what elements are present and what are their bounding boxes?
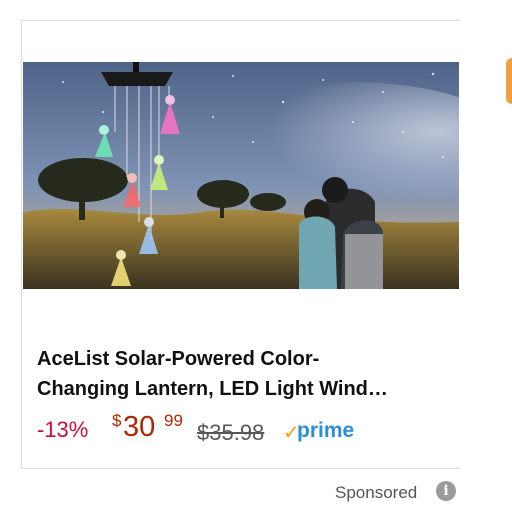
product-title-line-1: AceList Solar-Powered Color- xyxy=(37,348,320,370)
product-image[interactable] xyxy=(23,62,459,289)
discount-badge: -13% xyxy=(37,417,89,442)
price-whole: 30 xyxy=(123,411,156,443)
angel-wind-chime-photo xyxy=(23,62,459,289)
info-icon[interactable]: i xyxy=(436,481,456,501)
product-title-line-2: Changing Lantern, LED Light Wind… xyxy=(37,378,388,400)
product-title-link[interactable]: AceList Solar-Powered Color- Changing La… xyxy=(37,344,452,404)
price-symbol: $ xyxy=(112,411,122,430)
price-row: -13% $ 30 99 $35.98 ✓ prime xyxy=(37,409,457,449)
price-fraction: 99 xyxy=(164,411,183,430)
list-price: $35.98 xyxy=(197,420,265,445)
next-card-edge xyxy=(506,58,512,104)
sponsored-text: Sponsored xyxy=(335,483,418,502)
prime-label: prime xyxy=(297,419,355,442)
